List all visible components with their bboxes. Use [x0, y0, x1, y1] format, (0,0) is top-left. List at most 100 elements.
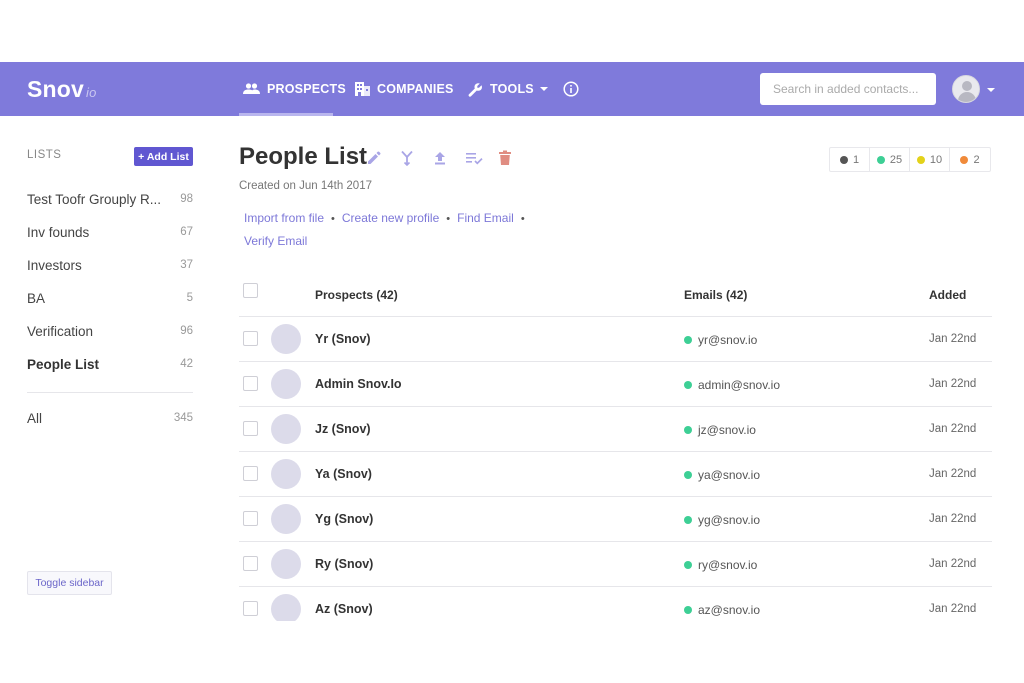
list-item-count: 98 — [180, 193, 193, 205]
row-checkbox[interactable] — [243, 376, 258, 391]
status-dot-icon — [960, 155, 969, 164]
user-menu-chevron-icon[interactable] — [987, 88, 995, 92]
table-row[interactable]: Az (Snov) az@snov.io Jan 22nd — [239, 587, 992, 621]
lists-sidebar: LISTS + Add List Test Toofr Grouply R...… — [27, 116, 193, 683]
sidebar-item-investors[interactable]: Investors 37 — [27, 255, 193, 275]
row-checkbox[interactable] — [243, 331, 258, 346]
chevron-down-icon — [539, 87, 548, 91]
status-count: 1 — [852, 153, 860, 166]
user-avatar[interactable] — [952, 75, 980, 103]
snov-logo[interactable]: Snov io — [27, 76, 97, 103]
nav-active-indicator — [239, 113, 333, 116]
delete-list-button[interactable] — [498, 148, 531, 168]
status-count: 2 — [973, 153, 980, 166]
sidebar-item-verification[interactable]: Verification 96 — [27, 321, 193, 341]
status-badge-valid[interactable]: 25 — [870, 148, 910, 171]
sidebar-item-inv-founds[interactable]: Inv founds 67 — [27, 222, 193, 242]
list-item-count: 96 — [180, 325, 193, 337]
prospect-name[interactable]: Admin Snov.Io — [315, 377, 402, 391]
added-date: Jan 22nd — [929, 558, 977, 570]
people-icon — [243, 83, 260, 94]
upload-icon — [435, 152, 445, 165]
prospect-name[interactable]: Yr (Snov) — [315, 332, 371, 346]
emails-column-header[interactable]: Emails (42) — [684, 288, 747, 302]
table-row[interactable]: Ry (Snov) ry@snov.io Jan 22nd — [239, 542, 992, 587]
row-checkbox[interactable] — [243, 466, 258, 481]
added-date: Jan 22nd — [929, 513, 977, 525]
checklist-icon — [466, 153, 483, 165]
prospect-name[interactable]: Yg (Snov) — [315, 512, 373, 526]
merge-list-button[interactable] — [399, 148, 432, 168]
find-email-link[interactable]: Find Email — [457, 211, 514, 225]
list-item-label: BA — [27, 290, 46, 306]
prospect-name[interactable]: Ry (Snov) — [315, 557, 373, 571]
email-valid-dot-icon — [684, 561, 692, 569]
prospect-name[interactable]: Az (Snov) — [315, 602, 373, 616]
nav-tools-label: TOOLS — [490, 82, 534, 96]
nav-tools[interactable]: TOOLS — [468, 62, 548, 116]
avatar — [271, 594, 301, 621]
prospect-email: az@snov.io — [698, 603, 760, 617]
sidebar-divider — [27, 392, 193, 393]
verify-email-link[interactable]: Verify Email — [244, 234, 307, 248]
prospect-name[interactable]: Jz (Snov) — [315, 422, 371, 436]
sidebar-item-ba[interactable]: BA 5 — [27, 288, 193, 308]
nav-companies-label: COMPANIES — [377, 82, 454, 96]
export-list-button[interactable] — [432, 148, 465, 168]
app-root: Snov io PROSPECTS COMPANIES TOOLS Search… — [0, 0, 1024, 683]
created-date: Created on Jun 14th 2017 — [239, 180, 372, 192]
sidebar-item-people-list[interactable]: People List 42 — [27, 354, 193, 374]
list-item-count: 67 — [180, 226, 193, 238]
sidebar-item-test-toofr[interactable]: Test Toofr Grouply R... 98 — [27, 189, 193, 209]
status-count: 10 — [929, 153, 943, 166]
status-badge-unverified[interactable]: 10 — [910, 148, 950, 171]
avatar — [271, 549, 301, 579]
prospect-name[interactable]: Ya (Snov) — [315, 467, 372, 481]
status-dot-icon — [876, 155, 885, 164]
table-row[interactable]: Ya (Snov) ya@snov.io Jan 22nd — [239, 452, 992, 497]
add-list-button[interactable]: + Add List — [134, 147, 193, 166]
avatar — [271, 324, 301, 354]
select-all-checkbox[interactable] — [243, 283, 258, 298]
email-status-filters: 1 25 10 2 — [829, 147, 991, 172]
link-separator: • — [446, 213, 451, 225]
email-valid-dot-icon — [684, 381, 692, 389]
added-column-header[interactable]: Added — [929, 288, 966, 302]
row-checkbox[interactable] — [243, 601, 258, 616]
rename-list-button[interactable] — [366, 148, 399, 168]
list-item-label: Verification — [27, 323, 94, 339]
email-valid-dot-icon — [684, 336, 692, 344]
sidebar-item-all[interactable]: All 345 — [27, 408, 193, 428]
lists-heading: LISTS — [27, 149, 62, 161]
info-button[interactable] — [563, 62, 586, 116]
row-checkbox[interactable] — [243, 556, 258, 571]
table-row[interactable]: Jz (Snov) jz@snov.io Jan 22nd — [239, 407, 992, 452]
row-checkbox[interactable] — [243, 511, 258, 526]
list-item-count: 5 — [186, 292, 193, 304]
list-item-label: Test Toofr Grouply R... — [27, 191, 162, 207]
nav-companies[interactable]: COMPANIES — [355, 62, 454, 116]
logo-suffix: io — [86, 85, 97, 100]
verify-list-button[interactable] — [465, 148, 498, 168]
table-row[interactable]: Yr (Snov) yr@snov.io Jan 22nd — [239, 317, 992, 362]
toggle-sidebar-button[interactable]: Toggle sidebar — [27, 571, 112, 595]
status-dot-icon — [916, 155, 925, 164]
page-title: People List — [239, 143, 368, 170]
import-from-file-link[interactable]: Import from file — [244, 211, 324, 225]
row-checkbox[interactable] — [243, 421, 258, 436]
nav-prospects[interactable]: PROSPECTS — [243, 62, 346, 116]
list-item-label: Investors — [27, 257, 82, 273]
building-icon — [355, 82, 370, 96]
table-scroll-area[interactable]: Prospects (42) Emails (42) Added Yr (Sno… — [239, 272, 992, 621]
prospects-column-header[interactable]: Prospects (42) — [315, 288, 398, 302]
status-badge-invalid[interactable]: 2 — [950, 148, 990, 171]
table-row[interactable]: Admin Snov.Io admin@snov.io Jan 22nd — [239, 362, 992, 407]
create-new-profile-link[interactable]: Create new profile — [342, 211, 439, 225]
link-separator: • — [331, 213, 335, 225]
list-item-label: All — [27, 410, 43, 426]
wrench-icon — [468, 82, 482, 97]
status-badge-unknown[interactable]: 1 — [830, 148, 870, 171]
list-item-label: People List — [27, 356, 100, 372]
table-row[interactable]: Yg (Snov) yg@snov.io Jan 22nd — [239, 497, 992, 542]
search-input[interactable] — [760, 73, 936, 105]
